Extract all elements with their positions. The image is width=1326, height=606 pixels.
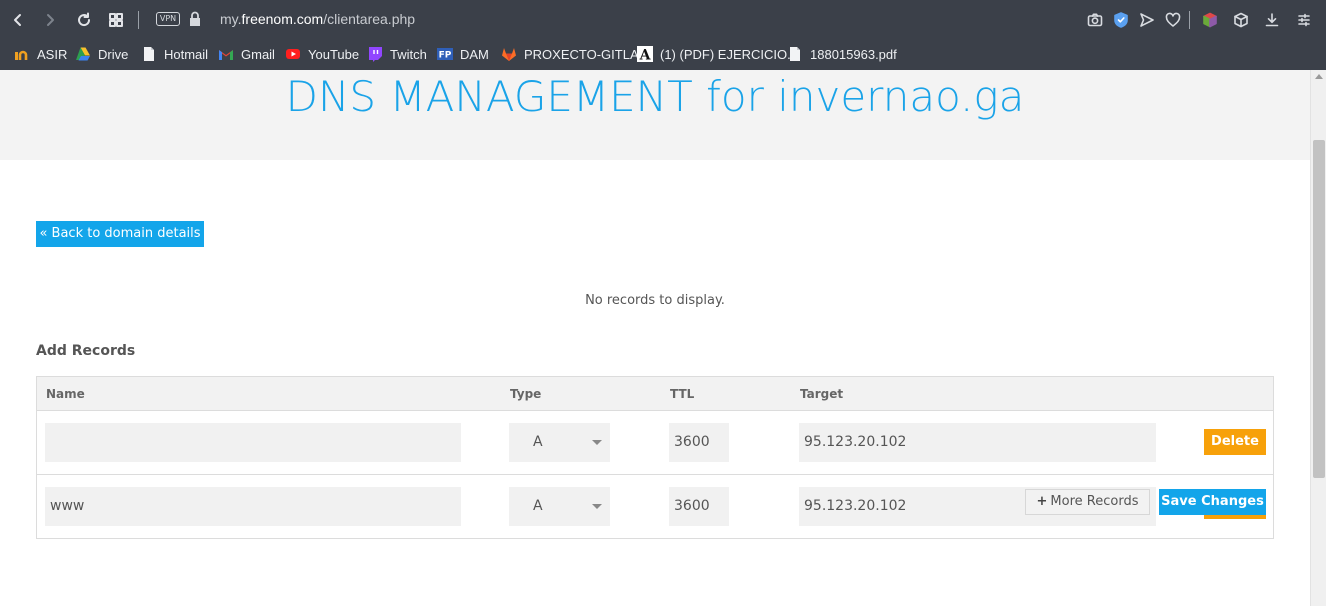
bookmark-youtube[interactable]: YouTube (285, 44, 359, 64)
page-title: DNS MANAGEMENT for invernao.ga (285, 72, 1025, 121)
bookmark-label: Gmail (241, 46, 275, 62)
back-to-domain-details-button[interactable]: « Back to domain details (36, 221, 204, 247)
add-records-heading: Add Records (36, 343, 136, 359)
table-row: A 3600 95.123.20.102 Delete (37, 411, 1273, 475)
record-ttl-field[interactable]: 3600 (669, 487, 729, 526)
navigation-row: VPN my.freenom.com/clientarea.php (0, 0, 1326, 40)
gmail-icon (219, 50, 233, 60)
more-records-label: More Records (1050, 494, 1139, 509)
bookmark-label: 188015963.pdf (810, 46, 897, 62)
camera-icon[interactable] (1083, 8, 1107, 32)
record-type-value: A (533, 434, 543, 450)
no-records-message: No records to display. (585, 293, 725, 308)
download-icon[interactable] (1260, 8, 1284, 32)
vpn-badge[interactable]: VPN (156, 12, 180, 26)
column-header-target: Target (800, 387, 844, 401)
bookmark-proxecto-gitlab[interactable]: PROXECTO-GITLAB (501, 44, 647, 64)
bookmarks-bar: ASIR Drive Hotmail Gmail YouTube Twitch … (0, 40, 1326, 68)
document-icon (790, 47, 800, 61)
bookmark-label: YouTube (308, 46, 360, 62)
page-content: DNS MANAGEMENT for invernao.ga « Back to… (0, 70, 1310, 606)
record-type-select[interactable]: A (509, 423, 610, 462)
extension-cube-icon[interactable] (1198, 8, 1222, 32)
scrollbar-thumb[interactable] (1313, 140, 1325, 478)
page-scrollbar[interactable] (1310, 70, 1326, 606)
chevron-down-icon (592, 504, 602, 509)
record-type-select[interactable]: A (509, 487, 610, 526)
record-name-field[interactable]: www (45, 487, 461, 526)
bookmark-label: Drive (98, 46, 129, 62)
twitch-icon (369, 47, 382, 62)
save-changes-button[interactable]: Save Changes (1159, 489, 1266, 515)
bookmark-dam[interactable]: FP DAM (437, 44, 489, 64)
page-header: DNS MANAGEMENT for invernao.ga (0, 70, 1310, 160)
academia-icon: A (637, 46, 653, 62)
youtube-icon (286, 49, 300, 59)
bookmark-asir[interactable]: ASIR (14, 44, 67, 64)
bookmark-label: Twitch (390, 46, 427, 62)
browser-toolbar: VPN my.freenom.com/clientarea.php ASIR D… (0, 0, 1326, 70)
lock-icon[interactable] (188, 11, 202, 27)
record-type-value: A (533, 498, 543, 514)
column-header-name: Name (46, 387, 85, 401)
bookmark-drive[interactable]: Drive (75, 44, 128, 64)
asir-icon (15, 50, 28, 60)
shield-icon[interactable] (1109, 8, 1133, 32)
heart-icon[interactable] (1161, 8, 1185, 32)
bookmark-twitch[interactable]: Twitch (367, 44, 427, 64)
plus-icon: + (1036, 494, 1048, 509)
bookmark-label: Hotmail (164, 46, 209, 62)
bookmark-hotmail[interactable]: Hotmail (141, 44, 208, 64)
toolbar-separator (138, 11, 139, 29)
bookmark-188015963-pdf[interactable]: 188015963.pdf (787, 44, 897, 64)
record-name-field[interactable] (45, 423, 461, 462)
send-icon[interactable] (1135, 8, 1159, 32)
fp-icon: FP (437, 48, 453, 61)
more-records-button[interactable]: + More Records (1025, 489, 1150, 515)
bookmark-pdf-ejercicio[interactable]: A (1) (PDF) EJERCICIO... (637, 44, 798, 64)
google-drive-icon (76, 47, 90, 61)
bookmark-label: ASIR (37, 46, 68, 62)
gitlab-icon (502, 48, 516, 61)
record-ttl-field[interactable]: 3600 (669, 423, 729, 462)
svg-text:FP: FP (439, 51, 452, 61)
bookmark-label: PROXECTO-GITLAB (524, 46, 648, 62)
bookmark-label: DAM (460, 46, 489, 62)
bookmark-gmail[interactable]: Gmail (218, 44, 275, 64)
column-header-type: Type (510, 387, 542, 401)
url-path: /clientarea.php (323, 11, 416, 27)
tabs-grid-icon[interactable] (104, 8, 128, 32)
address-bar[interactable]: my.freenom.com/clientarea.php (220, 11, 415, 27)
menu-icon[interactable] (1292, 8, 1316, 32)
forward-arrow-icon[interactable] (38, 8, 62, 32)
back-arrow-icon[interactable] (6, 8, 30, 32)
chevron-down-icon (592, 440, 602, 445)
box-icon[interactable] (1229, 8, 1253, 32)
url-prefix: my. (220, 11, 242, 27)
column-header-ttl: TTL (670, 387, 695, 401)
document-icon (144, 47, 154, 61)
toolbar-separator (1189, 11, 1190, 29)
bookmark-label: (1) (PDF) EJERCICIO... (660, 46, 798, 62)
table-header: Name Type TTL Target (37, 377, 1273, 411)
reload-icon[interactable] (72, 8, 96, 32)
url-domain: freenom.com (241, 11, 324, 27)
delete-button[interactable]: Delete (1204, 429, 1266, 455)
record-target-field[interactable]: 95.123.20.102 (799, 423, 1156, 462)
svg-text:A: A (639, 48, 652, 63)
scroll-up-arrow-icon[interactable] (1315, 74, 1323, 79)
